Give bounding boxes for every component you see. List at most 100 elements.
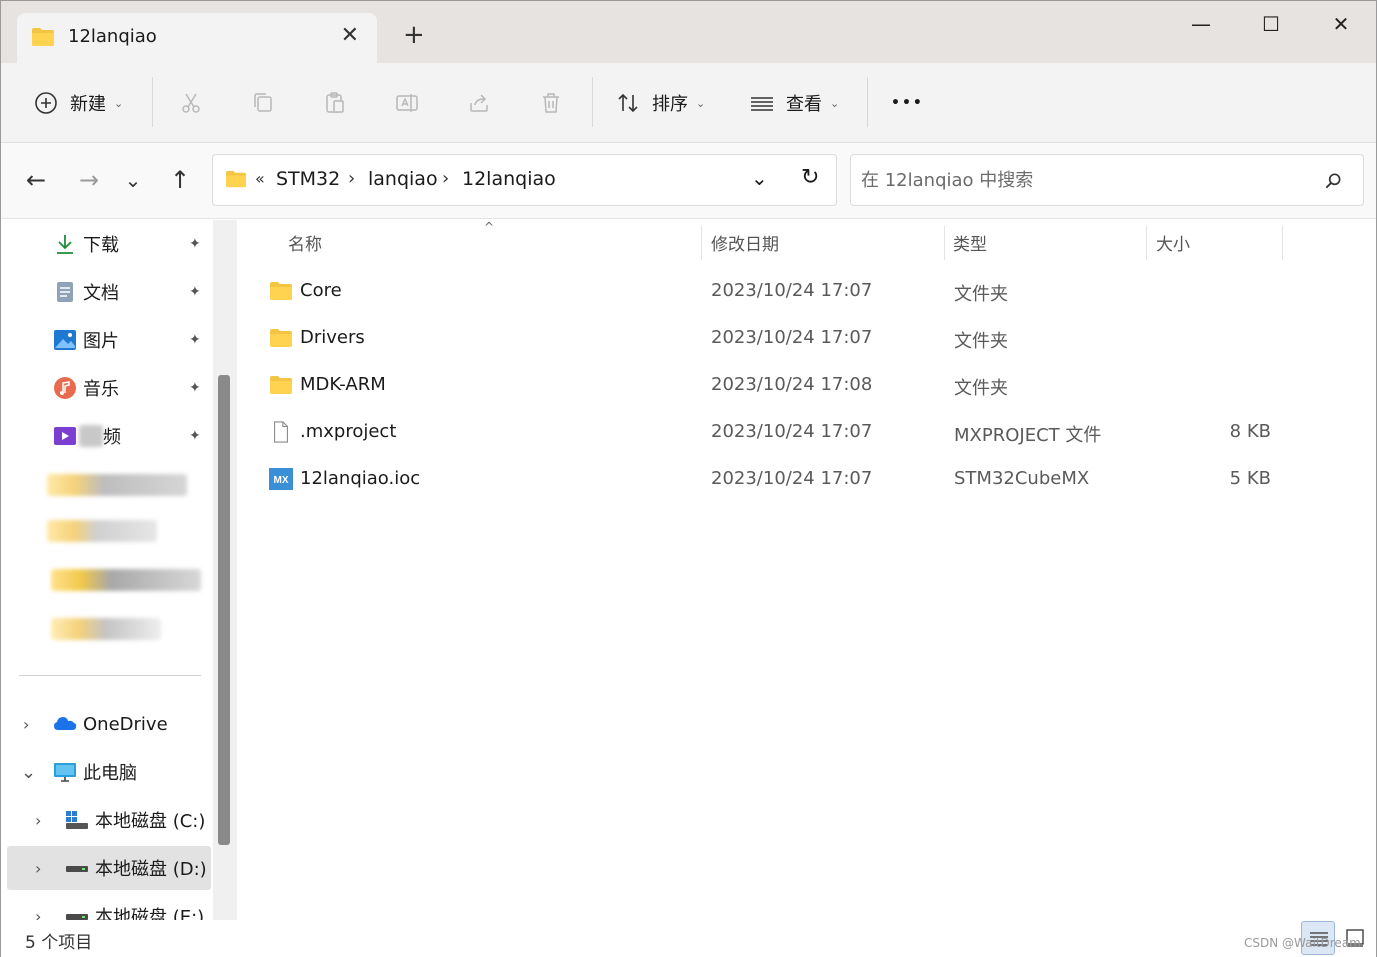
- breadcrumb-12lanqiao[interactable]: 12lanqiao: [462, 168, 556, 190]
- file-name: Drivers: [300, 327, 365, 348]
- address-bar[interactable]: « STM32 › lanqiao › 12lanqiao ⌄ ↻: [212, 154, 837, 206]
- pin-icon: ✦: [189, 236, 201, 252]
- folder-icon: [270, 282, 292, 300]
- view-button[interactable]: 查看 ⌄: [750, 63, 839, 143]
- sidebar-item-pictures[interactable]: 图片 ✦: [1, 318, 211, 362]
- chevron-down-icon: ⌄: [696, 96, 706, 110]
- navigation-pane: 下载 ✦ 文档 ✦ 图片 ✦ 音乐 ✦ 频 ✦ › OneDrive ⌄ 此电脑…: [1, 220, 237, 920]
- recent-locations-button[interactable]: ⌄: [118, 165, 148, 195]
- file-type: MXPROJECT 文件: [954, 425, 1102, 446]
- file-row-drivers[interactable]: Drivers 2023/10/24 17:07 文件夹: [239, 315, 1376, 361]
- file-date: 2023/10/24 17:07: [711, 421, 873, 442]
- copy-icon: [254, 93, 272, 112]
- up-button[interactable]: ↑: [165, 165, 195, 195]
- this-pc-icon: [54, 763, 76, 782]
- copy-button[interactable]: [251, 63, 275, 143]
- file-date: 2023/10/24 17:07: [711, 280, 873, 301]
- delete-button[interactable]: [539, 63, 563, 143]
- file-list: ^ 名称 修改日期 类型 大小 Core 2023/10/24 17:07 文件…: [239, 220, 1376, 920]
- file-row-mxproject[interactable]: .mxproject 2023/10/24 17:07 MXPROJECT 文件…: [239, 409, 1376, 455]
- pin-icon: ✦: [189, 284, 201, 300]
- new-button-label: 新建: [70, 94, 106, 115]
- svg-text:MX: MX: [274, 475, 289, 486]
- redacted-sidebar-item: [51, 569, 201, 591]
- minimize-button[interactable]: —: [1178, 7, 1224, 43]
- column-header-name[interactable]: 名称: [288, 230, 322, 255]
- new-button[interactable]: 新建 ⌄: [34, 63, 123, 143]
- sidebar-item-downloads[interactable]: 下载 ✦: [1, 222, 211, 266]
- cut-button[interactable]: [179, 63, 203, 143]
- sort-button-label: 排序: [652, 94, 688, 115]
- search-input[interactable]: [861, 167, 1301, 193]
- column-divider[interactable]: [701, 226, 702, 260]
- sidebar-item-drive-c[interactable]: › 本地磁盘 (C:): [1, 798, 211, 842]
- maximize-button[interactable]: ☐: [1248, 7, 1294, 43]
- file-row-ioc[interactable]: MX 12lanqiao.ioc 2023/10/24 17:07 STM32C…: [239, 456, 1376, 502]
- column-header-type[interactable]: 类型: [953, 230, 987, 255]
- column-header-size[interactable]: 大小: [1156, 230, 1190, 255]
- expand-chevron-icon[interactable]: ›: [35, 907, 41, 921]
- breadcrumb-overflow[interactable]: «: [255, 169, 265, 188]
- breadcrumb-separator[interactable]: ›: [348, 168, 355, 189]
- documents-icon: [57, 282, 73, 302]
- column-divider[interactable]: [944, 226, 945, 260]
- expand-chevron-icon[interactable]: ›: [35, 811, 41, 830]
- expand-chevron-icon[interactable]: ›: [23, 715, 29, 734]
- watermark: CSDN @WaitDream: [1244, 936, 1361, 950]
- close-window-button[interactable]: ✕: [1318, 7, 1364, 43]
- file-type: 文件夹: [954, 284, 1008, 305]
- more-options-button[interactable]: •••: [891, 63, 924, 143]
- tab-title: 12lanqiao: [68, 26, 157, 47]
- address-history-chevron-icon[interactable]: ⌄: [751, 166, 768, 190]
- column-header-date[interactable]: 修改日期: [711, 230, 779, 255]
- sidebar-item-videos[interactable]: 频 ✦: [1, 414, 211, 458]
- file-size: 8 KB: [1229, 421, 1271, 442]
- tab-12lanqiao[interactable]: 12lanqiao ✕: [17, 13, 377, 63]
- collapse-chevron-icon[interactable]: ⌄: [21, 762, 36, 783]
- column-divider[interactable]: [1146, 226, 1147, 260]
- onedrive-icon: [54, 717, 77, 730]
- pin-icon: ✦: [189, 332, 201, 348]
- redacted-sidebar-item: [47, 520, 157, 542]
- paste-button[interactable]: [323, 63, 347, 143]
- sidebar-item-documents[interactable]: 文档 ✦: [1, 270, 211, 314]
- tab-close-icon[interactable]: ✕: [341, 25, 359, 47]
- sidebar-item-drive-d[interactable]: › 本地磁盘 (D:): [7, 846, 211, 890]
- file-row-mdk-arm[interactable]: MDK-ARM 2023/10/24 17:08 文件夹: [239, 362, 1376, 408]
- redacted-sidebar-item: [47, 474, 187, 496]
- paste-icon: [326, 92, 344, 113]
- rename-button[interactable]: [395, 63, 419, 143]
- breadcrumb-stm32[interactable]: STM32: [276, 168, 340, 190]
- sidebar-item-this-pc[interactable]: ⌄ 此电脑: [1, 750, 211, 794]
- back-button[interactable]: ←: [21, 165, 51, 195]
- chevron-down-icon: ⌄: [830, 96, 840, 110]
- refresh-icon[interactable]: ↻: [801, 165, 819, 190]
- forward-button[interactable]: →: [74, 165, 104, 195]
- sidebar-item-label: 文档: [83, 283, 119, 304]
- cubemx-icon: MX: [269, 468, 293, 490]
- sort-icon: [618, 93, 638, 113]
- file-row-core[interactable]: Core 2023/10/24 17:07 文件夹: [239, 268, 1376, 314]
- file-name: .mxproject: [300, 421, 397, 442]
- sidebar-item-drive-e[interactable]: › 本地磁盘 (E:): [1, 894, 211, 920]
- plus-circle-icon: [35, 92, 57, 114]
- expand-chevron-icon[interactable]: ›: [35, 859, 41, 878]
- sidebar-item-label: OneDrive: [83, 713, 168, 735]
- search-box[interactable]: [850, 154, 1364, 206]
- breadcrumb-separator[interactable]: ›: [442, 168, 449, 189]
- breadcrumb-lanqiao[interactable]: lanqiao: [368, 168, 438, 190]
- sidebar-item-music[interactable]: 音乐 ✦: [1, 366, 211, 410]
- toolbar-divider: [152, 77, 153, 127]
- sort-button[interactable]: 排序 ⌄: [616, 63, 705, 143]
- new-tab-button[interactable]: +: [403, 21, 425, 49]
- drive-icon: [66, 914, 88, 920]
- sidebar-scrollbar-thumb[interactable]: [218, 375, 230, 845]
- sidebar-item-onedrive[interactable]: › OneDrive: [1, 702, 211, 746]
- search-icon[interactable]: [1323, 171, 1343, 191]
- share-button[interactable]: [467, 63, 491, 143]
- pictures-icon: [54, 330, 76, 350]
- more-icon: •••: [891, 95, 924, 111]
- share-icon: [470, 94, 488, 112]
- sidebar-item-label: 本地磁盘 (C:): [95, 811, 206, 832]
- column-divider[interactable]: [1282, 226, 1283, 260]
